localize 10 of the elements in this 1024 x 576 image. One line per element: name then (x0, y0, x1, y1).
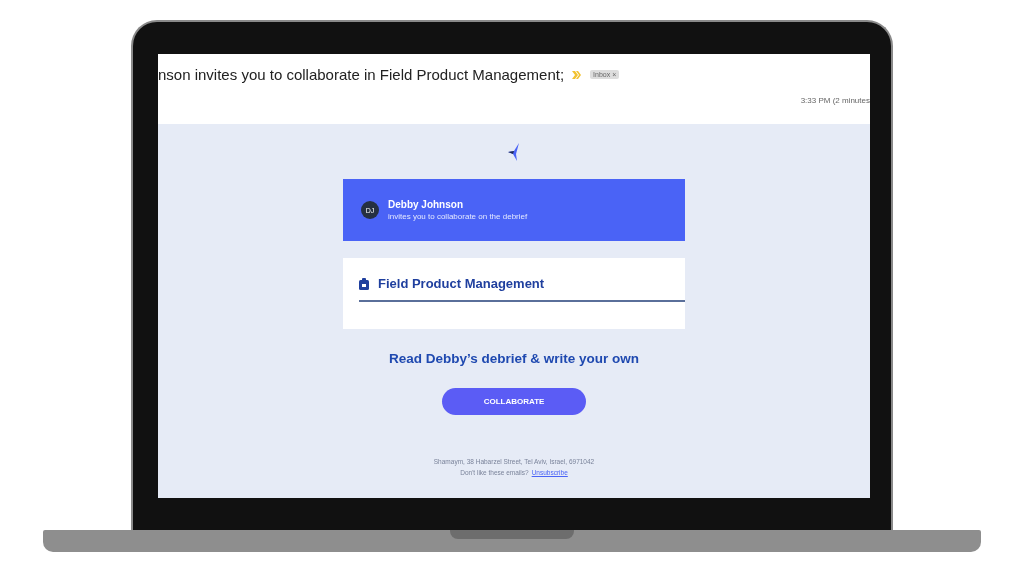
importance-marker-icon (572, 70, 583, 79)
email-subject: nson invites you to collaborate in Field Product Management; (158, 66, 565, 83)
clipboard-icon (359, 277, 369, 290)
call-to-action-heading: Read Debby’s debrief & write your own (388, 351, 639, 366)
sender-name: Debby Johnson (388, 199, 464, 210)
bird-logo-icon (507, 143, 521, 161)
collaborate-button[interactable]: COLLABORATE (442, 388, 586, 415)
invite-message: invites you to collaborate on the debrief (388, 212, 528, 221)
project-title: Field Product Management (378, 276, 545, 291)
email-time: 3:33 PM (2 minutes (800, 96, 870, 105)
